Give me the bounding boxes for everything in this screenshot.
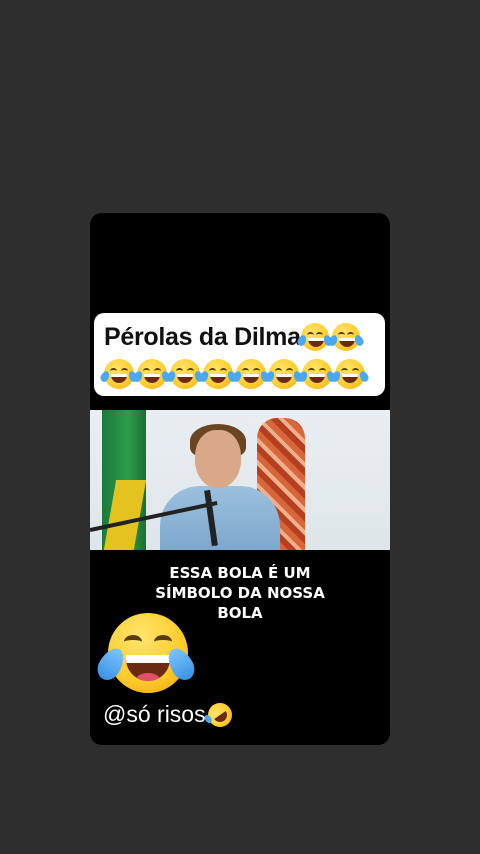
video-post-card[interactable]: Pérolas da Dilma ESSA BOLA É UM SÍMBOLO … (90, 213, 390, 745)
speaker-body (160, 486, 280, 550)
face-with-tears-of-joy-icon (165, 359, 205, 389)
face-with-tears-of-joy-icon (326, 323, 365, 351)
face-with-tears-of-joy-icon (231, 359, 271, 389)
face-with-tears-of-joy-icon (132, 359, 172, 389)
screen: { "post": { "title": "Pérolas da Dilma",… (0, 0, 480, 854)
face-with-tears-of-joy-icon (264, 359, 304, 389)
caption-line: ESSA BOLA É UM (169, 564, 311, 582)
caption-line: SÍMBOLO DA NOSSA (155, 584, 325, 602)
face-with-tears-of-joy-icon (198, 359, 238, 389)
face-with-tears-of-joy-icon (330, 359, 370, 389)
post-title: Pérolas da Dilma (104, 322, 301, 351)
video-frame[interactable] (90, 410, 390, 550)
face-with-tears-of-joy-icon (99, 359, 139, 389)
face-with-tears-of-joy-icon (297, 359, 337, 389)
face-with-tears-of-joy-icon (295, 323, 334, 351)
title-banner: Pérolas da Dilma (94, 313, 385, 396)
account-handle[interactable]: @só risos (103, 697, 237, 732)
face-with-tears-of-joy-icon (92, 613, 200, 705)
title-line: Pérolas da Dilma (104, 319, 377, 355)
emoji-row (99, 359, 377, 389)
rolling-on-the-floor-laughing-icon (202, 697, 237, 732)
handle-text: @só risos (103, 701, 206, 727)
speaker-head (195, 430, 241, 488)
